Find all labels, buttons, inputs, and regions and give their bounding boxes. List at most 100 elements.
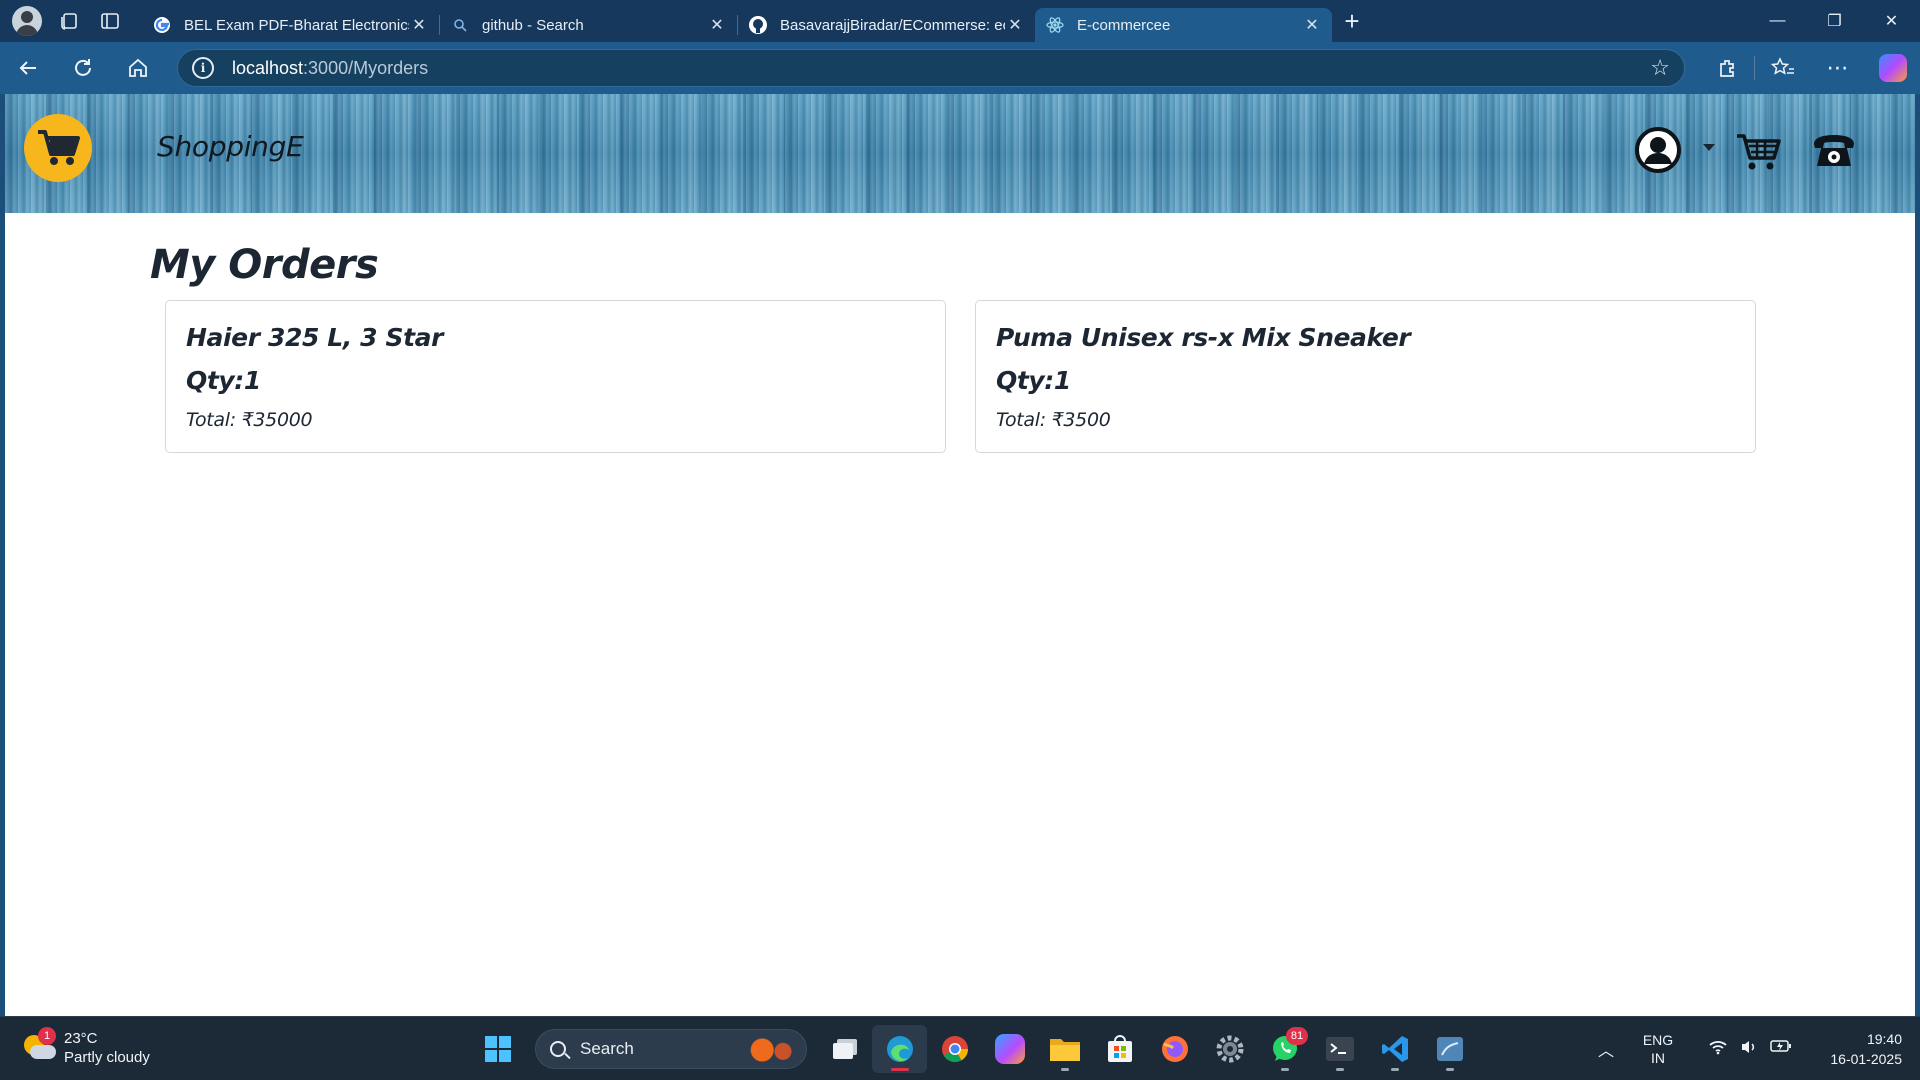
close-tab-icon[interactable]: ✕ — [1302, 15, 1322, 35]
taskbar-search-box[interactable]: Search — [535, 1029, 807, 1069]
region-code: IN — [1651, 1050, 1665, 1066]
url-host: localhost — [232, 57, 304, 78]
minimize-icon[interactable]: — — [1749, 0, 1806, 42]
quick-settings[interactable] — [1690, 1039, 1810, 1060]
volume-icon — [1740, 1039, 1758, 1060]
search-icon — [550, 1041, 566, 1057]
taskbar-copilot[interactable] — [982, 1025, 1037, 1073]
store-icon — [1107, 1035, 1132, 1062]
more-options-icon[interactable]: ⋯ — [1810, 42, 1865, 94]
taskbar-store[interactable] — [1092, 1025, 1147, 1073]
taskbar-firefox[interactable] — [1147, 1025, 1202, 1073]
close-tab-icon[interactable]: ✕ — [1005, 15, 1025, 35]
order-product-name: Haier 325 L, 3 Star — [186, 323, 444, 352]
refresh-button[interactable] — [55, 42, 110, 94]
battery-charging-icon — [1770, 1039, 1792, 1060]
shopping-cart-logo[interactable] — [24, 114, 92, 182]
window-controls: — ❐ ✕ — [1749, 0, 1920, 42]
tab-title: E-commercee — [1077, 16, 1171, 34]
phone-icon[interactable] — [1811, 132, 1857, 170]
tab-ecommercee[interactable]: E-commercee ✕ — [1035, 8, 1332, 42]
back-button[interactable] — [0, 42, 55, 94]
weather-widget[interactable]: 1 23°C Partly cloudy — [22, 1027, 150, 1067]
close-window-icon[interactable]: ✕ — [1863, 0, 1920, 42]
close-tab-icon[interactable]: ✕ — [409, 15, 429, 35]
copilot-button[interactable] — [1865, 42, 1920, 94]
workspaces-icon[interactable] — [50, 0, 90, 42]
taskbar-chrome[interactable] — [927, 1025, 982, 1073]
brand-name[interactable]: ShoppingE — [157, 130, 304, 163]
tab-github-repo[interactable]: BasavarajjBiradar/ECommerse: ec ✕ — [738, 8, 1035, 42]
taskbar-settings[interactable] — [1202, 1025, 1257, 1073]
browser-toolbar: i localhost:3000/Myorders ☆ ⋯ — [0, 42, 1920, 94]
tab-title: BEL Exam PDF-Bharat Electronics — [184, 16, 409, 34]
site-header: ShoppingE — [5, 94, 1915, 213]
home-button[interactable] — [110, 42, 165, 94]
language-code: ENG — [1642, 1032, 1674, 1048]
site-info-icon[interactable]: i — [192, 57, 214, 79]
favorite-star-icon[interactable]: ☆ — [1650, 55, 1670, 81]
extensions-icon[interactable] — [1699, 42, 1754, 94]
weather-temperature: 23°C — [64, 1030, 98, 1047]
tab-github-search[interactable]: github - Search ✕ — [440, 8, 737, 42]
order-card: Puma Unisex rs-x Mix Sneaker Qty:1 Total… — [975, 300, 1756, 453]
order-total: Total: ₹3500 — [996, 409, 1111, 431]
windows-logo-icon — [484, 1036, 511, 1062]
order-product-name: Puma Unisex rs-x Mix Sneaker — [996, 323, 1411, 352]
github-icon — [748, 15, 768, 35]
weather-partly-cloudy-icon: 1 — [22, 1027, 56, 1063]
weather-badge: 1 — [38, 1027, 56, 1045]
windows-taskbar: 1 23°C Partly cloudy Search 81 ︿ ENG IN … — [0, 1016, 1920, 1080]
language-indicator[interactable]: ENG IN — [1626, 1031, 1690, 1067]
copilot-icon — [1878, 54, 1907, 82]
taskbar-search-label: Search — [580, 1039, 634, 1058]
back-arrow-icon — [19, 61, 36, 75]
profile-avatar[interactable] — [12, 6, 42, 36]
start-button[interactable] — [470, 1025, 525, 1073]
clock[interactable]: 19:40 16-01-2025 — [1810, 1029, 1920, 1069]
folder-icon — [1049, 1039, 1080, 1061]
cart-icon[interactable] — [1735, 132, 1781, 172]
url-path: :3000/Myorders — [303, 57, 429, 78]
browser-tab-strip: BEL Exam PDF-Bharat Electronics ✕ github… — [0, 0, 1920, 42]
whatsapp-badge: 81 — [1286, 1027, 1308, 1045]
taskbar-file-explorer[interactable] — [1037, 1025, 1092, 1073]
order-quantity: Qty:1 — [186, 366, 261, 395]
google-icon — [152, 15, 172, 35]
order-card: Haier 325 L, 3 Star Qty:1 Total: ₹35000 — [165, 300, 946, 453]
address-bar[interactable]: i localhost:3000/Myorders ☆ — [177, 49, 1685, 87]
taskbar-terminal[interactable] — [1312, 1025, 1367, 1073]
vertical-tabs-icon[interactable] — [90, 0, 130, 42]
database-workbench-icon — [1436, 1037, 1463, 1061]
vscode-icon — [1381, 1036, 1408, 1062]
tab-title: BasavarajjBiradar/ECommerse: ec — [780, 16, 1005, 34]
tab-title: github - Search — [482, 16, 584, 34]
chevron-up-icon[interactable]: ︿ — [1586, 1037, 1626, 1061]
search-icon — [450, 15, 470, 35]
user-menu-caret-icon[interactable] — [1703, 144, 1715, 151]
task-view-button[interactable] — [817, 1025, 872, 1073]
clock-time: 19:40 — [1866, 1031, 1902, 1047]
taskbar-edge[interactable] — [872, 1025, 927, 1073]
user-icon[interactable] — [1634, 126, 1682, 174]
taskbar-vscode[interactable] — [1367, 1025, 1422, 1073]
home-icon — [128, 58, 147, 77]
clock-date: 16-01-2025 — [1830, 1051, 1902, 1067]
search-highlight-icon — [744, 1036, 796, 1064]
order-total: Total: ₹35000 — [186, 409, 313, 431]
tab-bel-exam[interactable]: BEL Exam PDF-Bharat Electronics ✕ — [142, 8, 439, 42]
favorites-icon[interactable] — [1755, 42, 1810, 94]
edge-icon — [886, 1036, 913, 1062]
terminal-icon — [1325, 1037, 1354, 1061]
restore-icon[interactable]: ❐ — [1806, 0, 1863, 42]
page-viewport: ShoppingE My Orders Haier 325 L, 3 Star … — [5, 94, 1915, 1016]
chrome-icon — [941, 1036, 968, 1063]
new-tab-button[interactable]: + — [1332, 0, 1372, 42]
refresh-icon — [74, 59, 91, 76]
close-tab-icon[interactable]: ✕ — [707, 15, 727, 35]
taskbar-whatsapp[interactable]: 81 — [1257, 1025, 1312, 1073]
taskbar-mysql-workbench[interactable] — [1422, 1025, 1477, 1073]
page-title: My Orders — [150, 242, 379, 288]
wifi-icon — [1708, 1039, 1728, 1060]
system-tray: ︿ ENG IN 19:40 16-01-2025 — [1586, 1017, 1920, 1080]
